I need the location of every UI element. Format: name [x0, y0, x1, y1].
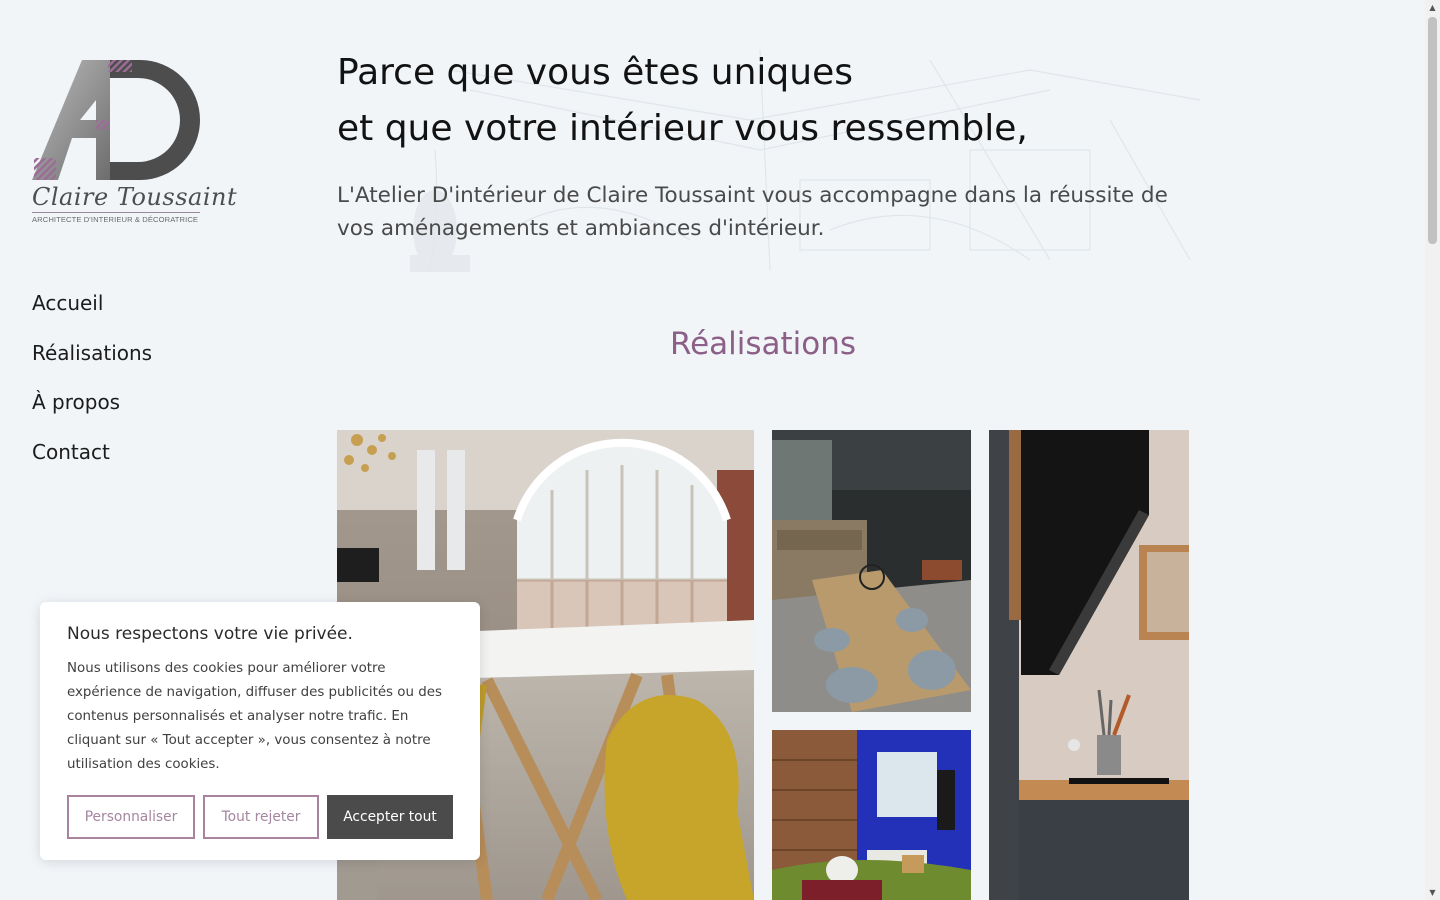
reject-all-button[interactable]: Tout rejeter: [203, 795, 319, 839]
hero-subtitle: L'Atelier D'intérieur de Claire Toussain…: [337, 183, 1168, 241]
logo-divider: [32, 212, 200, 213]
nav-link-contact[interactable]: Contact: [32, 437, 110, 467]
accept-all-button[interactable]: Accepter tout: [327, 795, 453, 839]
main-nav: Accueil Réalisations À propos Contact: [32, 288, 152, 487]
scrollbar-thumb[interactable]: [1428, 17, 1437, 244]
nav-item-realisations: Réalisations: [32, 338, 152, 388]
hero-title: Parce que vous êtes uniques et que votre…: [337, 45, 1028, 157]
nav-item-accueil: Accueil: [32, 288, 152, 338]
gallery-image-black-kitchen[interactable]: [989, 430, 1189, 900]
cookie-consent-banner: Nous respectons votre vie privée. Nous u…: [40, 602, 480, 860]
cookie-buttons: Personnaliser Tout rejeter Accepter tout: [67, 795, 453, 839]
nav-item-a-propos: À propos: [32, 387, 152, 437]
logo-script-name: Claire Toussaint: [32, 183, 238, 211]
hero-title-line1: Parce que vous êtes uniques: [337, 52, 853, 93]
nav-link-realisations[interactable]: Réalisations: [32, 338, 152, 368]
hero-banner: Parce que vous êtes uniques et que votre…: [330, 30, 1210, 272]
nav-item-contact: Contact: [32, 437, 152, 487]
cookie-title: Nous respectons votre vie privée.: [67, 624, 353, 644]
gallery-image-dining-table[interactable]: [772, 430, 971, 712]
scroll-up-icon[interactable]: ▲: [1425, 0, 1440, 15]
gallery-image-blue-living-room[interactable]: [772, 730, 971, 900]
logo[interactable]: Claire Toussaint ARCHITECTE D'INTERIEUR …: [30, 58, 238, 233]
nav-link-accueil[interactable]: Accueil: [32, 288, 103, 318]
customize-button[interactable]: Personnaliser: [67, 795, 195, 839]
logo-subtitle: ARCHITECTE D'INTERIEUR & DÉCORATRICE: [32, 215, 199, 224]
scroll-down-icon[interactable]: ▼: [1425, 885, 1440, 900]
ad-logo-mark: [32, 60, 200, 180]
realisations-heading: Réalisations: [669, 326, 857, 362]
vertical-scrollbar[interactable]: ▲ ▼: [1425, 0, 1440, 900]
nav-link-a-propos[interactable]: À propos: [32, 387, 120, 417]
hero-title-line2: et que votre intérieur vous ressemble,: [337, 108, 1028, 149]
cookie-text: Nous utilisons des cookies pour améliore…: [67, 661, 442, 772]
